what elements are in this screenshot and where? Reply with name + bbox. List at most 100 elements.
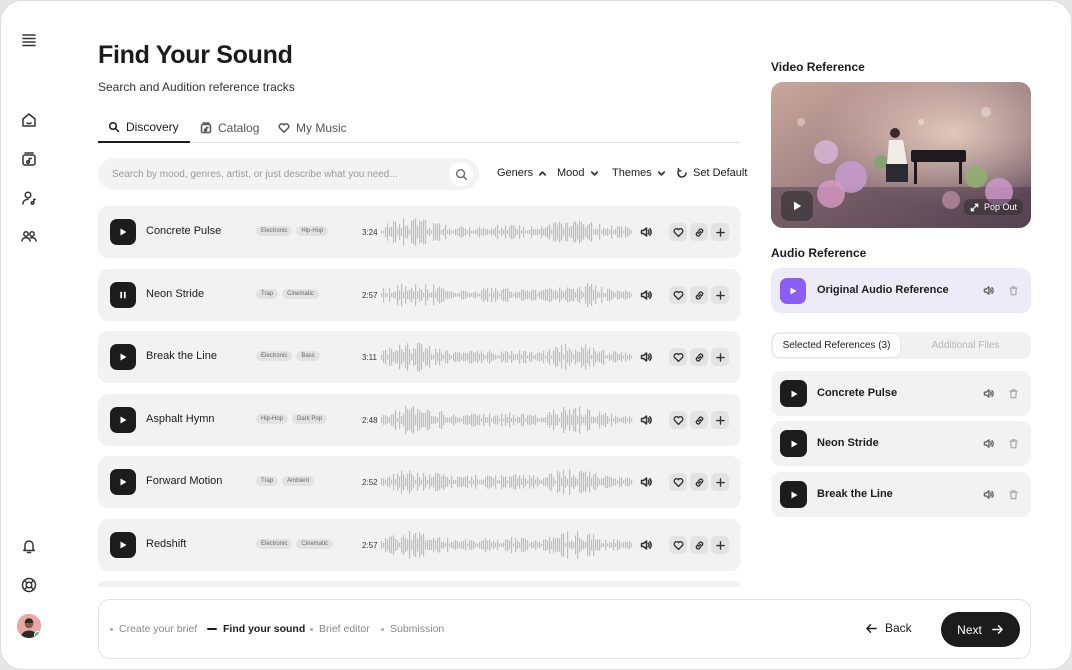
back-button[interactable]: Back — [865, 621, 912, 635]
add-button[interactable] — [711, 536, 729, 554]
find-similar-button[interactable] — [690, 473, 708, 491]
delete-button[interactable] — [1006, 283, 1020, 297]
waveform[interactable] — [381, 342, 633, 372]
favorite-button[interactable] — [669, 536, 687, 554]
waveform-bar — [527, 415, 529, 425]
add-button[interactable] — [711, 411, 729, 429]
waveform-bar — [449, 479, 451, 485]
selected-reference-item[interactable]: Break the Line — [771, 472, 1031, 517]
team-icon[interactable] — [18, 225, 40, 247]
play-button[interactable] — [780, 430, 807, 457]
volume-button[interactable] — [981, 487, 995, 501]
pop-out-button[interactable]: Pop Out — [963, 199, 1023, 215]
original-audio-reference[interactable]: Original Audio Reference — [771, 268, 1031, 313]
favorite-button[interactable] — [669, 411, 687, 429]
delete-button[interactable] — [1006, 386, 1020, 400]
volume-button[interactable] — [981, 386, 995, 400]
add-button[interactable] — [711, 348, 729, 366]
video-reference-player[interactable]: Pop Out — [771, 82, 1031, 228]
home-icon[interactable] — [18, 109, 40, 131]
find-similar-button[interactable] — [690, 223, 708, 241]
track-row[interactable]: Asphalt Hymn Hip-Hop Dark Pop 2:48 — [98, 394, 741, 446]
add-button[interactable] — [711, 286, 729, 304]
play-button[interactable] — [780, 481, 807, 508]
set-default-button[interactable]: Set Default — [676, 167, 747, 179]
delete-button[interactable] — [1006, 436, 1020, 450]
music-library-icon[interactable] — [18, 148, 40, 170]
tab-additional-files[interactable]: Additional Files — [902, 334, 1029, 357]
waveform[interactable] — [381, 467, 633, 497]
waveform-bar — [485, 417, 487, 424]
step-submission[interactable]: Submission — [381, 623, 444, 635]
favorite-button[interactable] — [669, 473, 687, 491]
find-similar-button[interactable] — [690, 411, 708, 429]
track-row[interactable]: Break the Line Electronic Bass 3:11 — [98, 331, 741, 383]
track-row[interactable]: Redshift Electronic Cinematic 2:57 — [98, 519, 741, 571]
step-find-sound[interactable]: Find your sound — [207, 623, 305, 635]
favorite-button[interactable] — [669, 286, 687, 304]
add-button[interactable] — [711, 223, 729, 241]
volume-button[interactable] — [638, 224, 654, 240]
waveform-bar — [481, 229, 483, 235]
waveform-bar — [631, 293, 633, 297]
support-icon[interactable] — [18, 574, 40, 596]
waveform-bar — [391, 536, 393, 554]
play-button[interactable] — [110, 344, 136, 370]
find-similar-button[interactable] — [690, 286, 708, 304]
waveform-bar — [397, 228, 399, 236]
track-row[interactable]: Concrete Pulse Electronic Hip-Hop 3:24 — [98, 206, 741, 258]
themes-filter[interactable]: Themes — [612, 167, 666, 179]
delete-button[interactable] — [1006, 487, 1020, 501]
waveform-bar — [613, 418, 615, 422]
volume-button[interactable] — [638, 287, 654, 303]
play-button[interactable] — [110, 469, 136, 495]
waveform-bar — [541, 226, 543, 238]
waveform-bar — [473, 541, 475, 549]
volume-button[interactable] — [638, 474, 654, 490]
track-row[interactable]: Neon Stride Trap Cinematic 2:57 — [98, 269, 741, 321]
waveform-bar — [625, 415, 627, 425]
avatar[interactable] — [17, 614, 41, 638]
menu-icon[interactable] — [18, 29, 40, 51]
video-play-button[interactable] — [781, 191, 813, 221]
find-similar-button[interactable] — [690, 348, 708, 366]
waveform-bar — [505, 476, 507, 488]
waveform[interactable] — [381, 530, 633, 560]
volume-button[interactable] — [981, 283, 995, 297]
selected-reference-item[interactable]: Concrete Pulse — [771, 371, 1031, 416]
mood-filter[interactable]: Mood — [557, 167, 599, 179]
step-create-brief[interactable]: Create your brief — [110, 623, 197, 635]
next-button[interactable]: Next — [941, 612, 1020, 647]
waveform[interactable] — [381, 280, 633, 310]
play-button[interactable] — [110, 532, 136, 558]
volume-button[interactable] — [638, 349, 654, 365]
selected-reference-item[interactable]: Neon Stride — [771, 421, 1031, 466]
add-button[interactable] — [711, 473, 729, 491]
audio-play-button[interactable] — [780, 278, 806, 304]
waveform-bar — [533, 542, 535, 548]
tab-my-music[interactable]: My Music — [268, 112, 357, 143]
tab-catalog[interactable]: Catalog — [190, 112, 269, 143]
search-input[interactable] — [112, 158, 442, 190]
bell-icon[interactable] — [18, 535, 40, 557]
step-brief-editor[interactable]: Brief editor — [310, 623, 370, 635]
tab-selected-references[interactable]: Selected References (3) — [773, 334, 900, 357]
play-button[interactable] — [780, 380, 807, 407]
waveform[interactable] — [381, 405, 633, 435]
genres-filter[interactable]: Geners — [497, 167, 547, 179]
link-icon — [695, 227, 703, 237]
artist-icon[interactable] — [18, 187, 40, 209]
play-button[interactable] — [110, 407, 136, 433]
play-button[interactable] — [110, 219, 136, 245]
volume-button[interactable] — [638, 412, 654, 428]
volume-button[interactable] — [981, 436, 995, 450]
find-similar-button[interactable] — [690, 536, 708, 554]
waveform[interactable] — [381, 217, 633, 247]
tab-discovery[interactable]: Discovery — [98, 112, 190, 143]
volume-button[interactable] — [638, 537, 654, 553]
pause-button[interactable] — [110, 282, 136, 308]
track-row[interactable]: Forward Motion Trap Ambient 2:52 — [98, 456, 741, 508]
search-button[interactable] — [449, 162, 473, 186]
favorite-button[interactable] — [669, 223, 687, 241]
favorite-button[interactable] — [669, 348, 687, 366]
